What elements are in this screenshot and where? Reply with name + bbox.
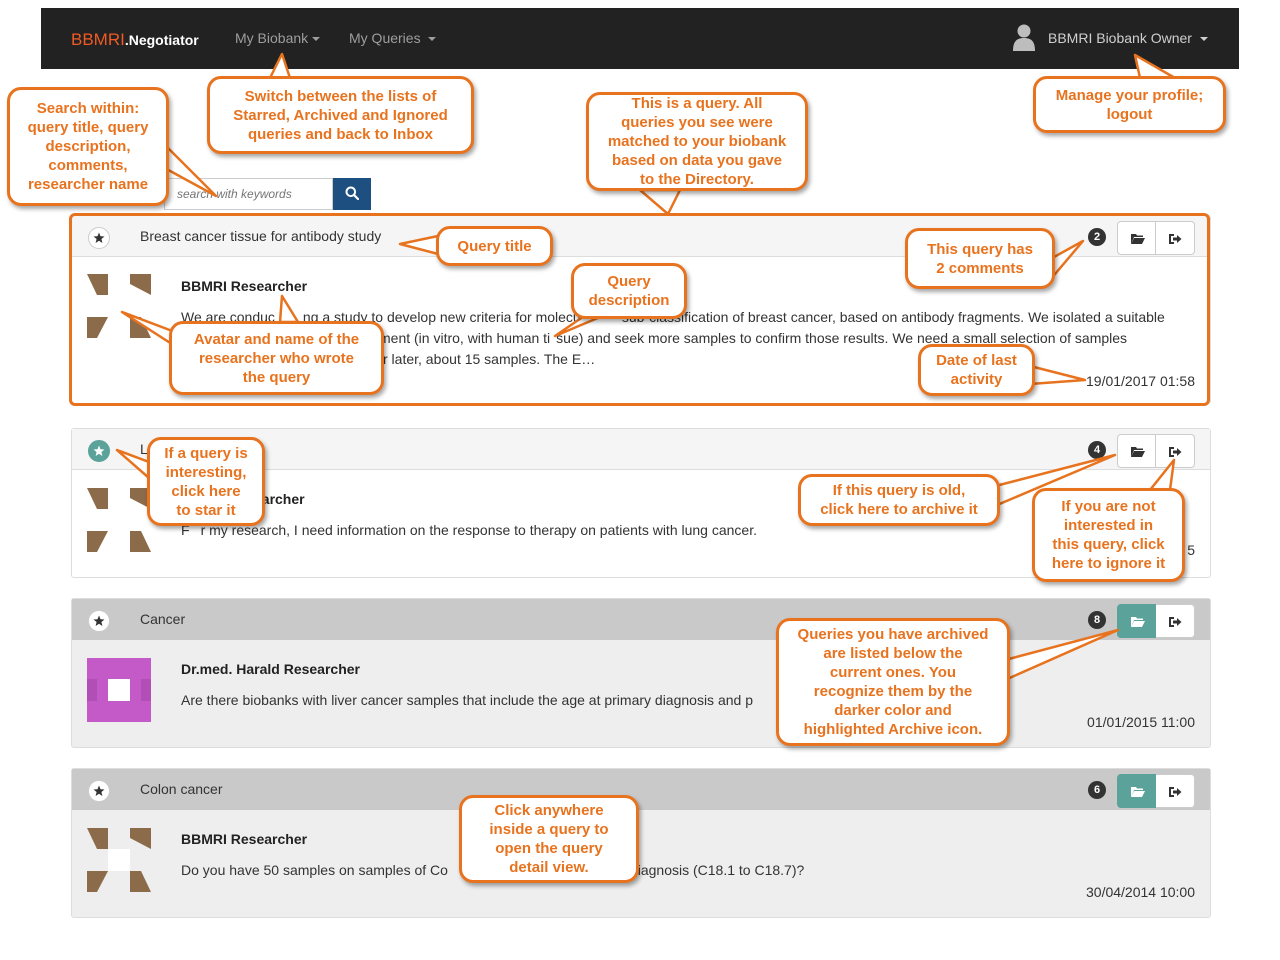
pointer-switch: [268, 52, 292, 80]
callout-star: If a query is interesting, click here to…: [147, 437, 265, 526]
callout-click: Click anywhere inside a query to open th…: [459, 795, 639, 883]
callout-search: Search within: query title, query descri…: [7, 87, 169, 206]
callout-date: Date of last activity: [918, 344, 1035, 396]
pointer-date: [1028, 364, 1087, 386]
callout-comments: This query has 2 comments: [905, 228, 1055, 289]
pointer-profile: [1133, 53, 1177, 80]
pointer-ignore: [1148, 458, 1176, 492]
callout-avatar: Avatar and name of the researcher who wr…: [169, 321, 384, 395]
callout-description: Query description: [571, 263, 687, 319]
callout-profile: Manage your profile; logout: [1033, 76, 1226, 133]
pointer-query: [638, 188, 682, 216]
pointer-avatar-left: [120, 310, 177, 348]
callout-archive: If this query is old, click here to arch…: [798, 474, 1000, 526]
callout-query-title: Query title: [436, 226, 553, 266]
pointer-title: [398, 234, 440, 256]
callout-archived: Queries you have archived are listed bel…: [776, 618, 1010, 746]
pointer-archived: [1003, 628, 1120, 682]
callout-ignore: If you are not interested in this query,…: [1032, 488, 1185, 582]
pointer-avatar-up: [278, 294, 300, 324]
callout-is-query: This is a query. All queries you see wer…: [586, 92, 808, 191]
pointer-star: [115, 448, 151, 480]
callout-switch: Switch between the lists of Starred, Arc…: [207, 76, 474, 154]
